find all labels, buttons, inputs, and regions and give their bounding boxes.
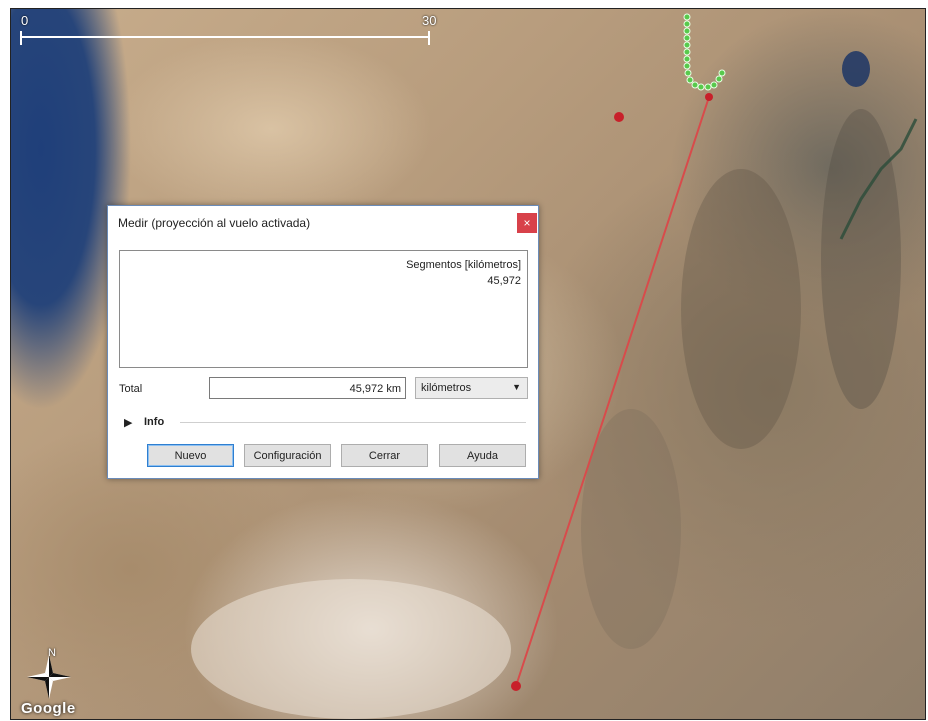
measure-end-point[interactable] bbox=[705, 93, 713, 101]
north-arrow-icon bbox=[27, 655, 71, 699]
close-button[interactable]: Cerrar bbox=[341, 444, 428, 467]
unit-dropdown[interactable]: kilómetros ▼ bbox=[415, 377, 528, 399]
total-label: Total bbox=[119, 383, 143, 395]
info-expander[interactable]: ▶ Info bbox=[124, 415, 526, 431]
segment-value: 45,972 bbox=[487, 275, 521, 287]
segments-list[interactable]: Segmentos [kilómetros] 45,972 bbox=[119, 250, 528, 368]
measure-start-point[interactable] bbox=[511, 681, 521, 691]
info-label: Info bbox=[144, 416, 165, 428]
scale-bar bbox=[20, 31, 430, 45]
google-logo: Google bbox=[21, 700, 76, 717]
chevron-down-icon: ▼ bbox=[512, 382, 521, 392]
close-icon[interactable]: × bbox=[517, 213, 537, 233]
gps-track bbox=[683, 13, 726, 91]
map-placemark[interactable] bbox=[614, 112, 624, 122]
dialog-title: Medir (proyección al vuelo activada) bbox=[118, 216, 311, 230]
measure-dialog: Medir (proyección al vuelo activada) × S… bbox=[107, 205, 539, 479]
north-label: N bbox=[48, 647, 56, 659]
scale-start-label: 0 bbox=[21, 13, 29, 28]
expand-triangle-icon[interactable]: ▶ bbox=[124, 416, 132, 429]
unit-dropdown-value: kilómetros bbox=[421, 382, 472, 394]
new-button[interactable]: Nuevo bbox=[147, 444, 234, 467]
segments-header: Segmentos [kilómetros] bbox=[406, 259, 521, 271]
configuration-button[interactable]: Configuración bbox=[244, 444, 331, 467]
scale-end-label: 30 bbox=[422, 13, 437, 28]
help-button[interactable]: Ayuda bbox=[439, 444, 526, 467]
total-field[interactable]: 45,972 km bbox=[209, 377, 406, 399]
info-divider bbox=[180, 422, 526, 423]
